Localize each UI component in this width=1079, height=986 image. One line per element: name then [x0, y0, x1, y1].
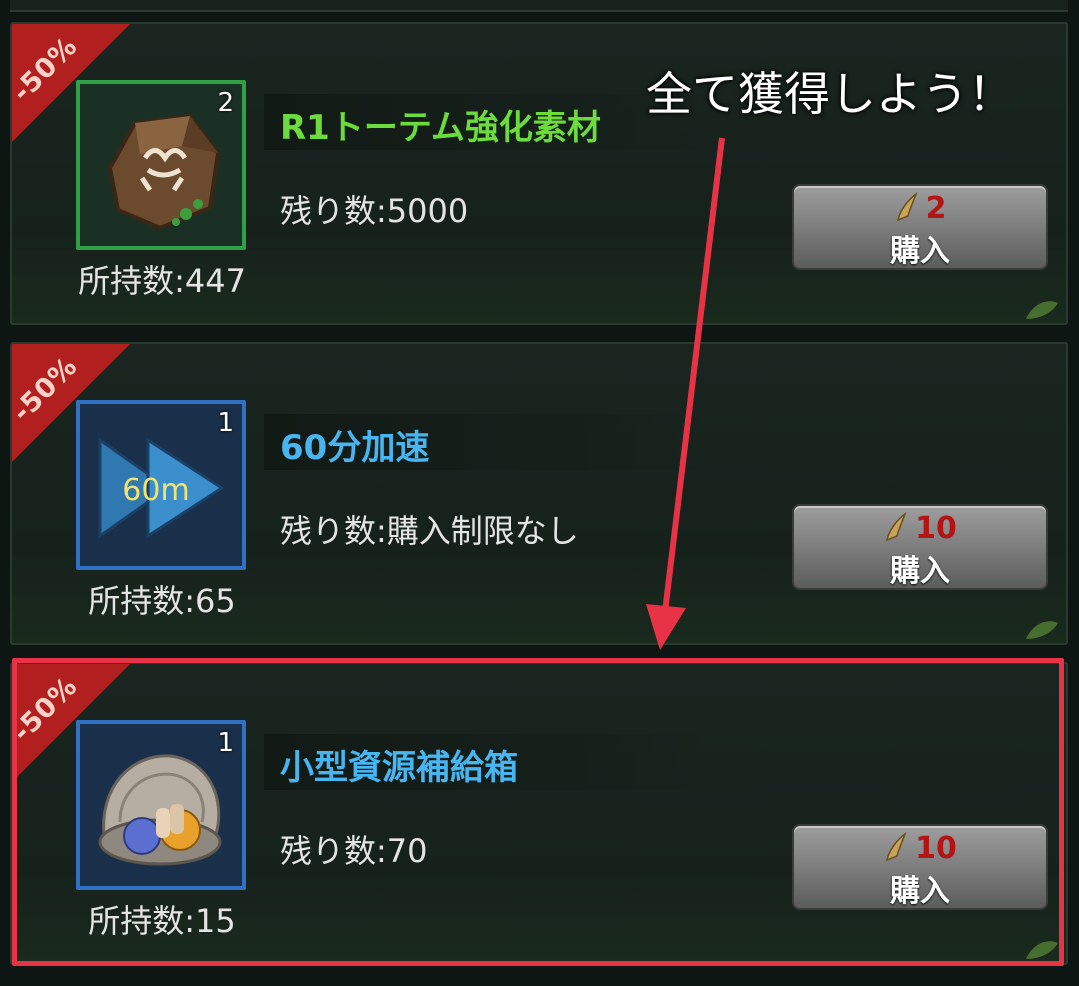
annotation-text: 全て獲得しよう！: [646, 67, 1014, 121]
annotation-arrow-icon: [646, 137, 725, 650]
